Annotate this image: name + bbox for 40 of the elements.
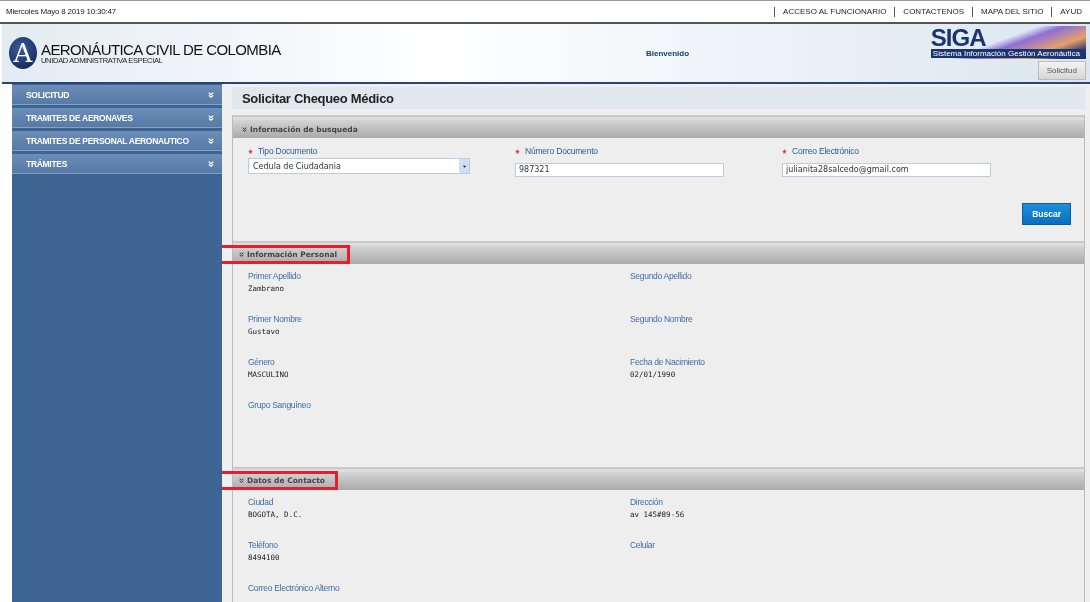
field-label: Grupo Sanguíneo bbox=[248, 399, 312, 410]
chevron-icon bbox=[208, 137, 214, 144]
chevron-icon bbox=[239, 478, 244, 483]
field-label: Primer Apellido bbox=[248, 270, 302, 281]
organization-name: AERONÁUTICA CIVIL DE COLOMBIA bbox=[41, 41, 281, 57]
sidebar-item[interactable]: TRAMITES DE PERSONAL AERONAUTICO bbox=[12, 131, 222, 151]
field-label: Correo Electrónico bbox=[792, 146, 859, 156]
sidebar-item[interactable]: TRAMITES DE AERONAVES bbox=[12, 108, 222, 128]
chevron-icon bbox=[208, 91, 214, 98]
page-title: Solicitar Chequeo Médico bbox=[232, 87, 1085, 109]
search-button[interactable]: Buscar bbox=[1022, 202, 1071, 225]
input-field[interactable]: julianita28salcedo@gmail.com bbox=[782, 162, 991, 177]
field-label: Número Documento bbox=[525, 146, 598, 156]
field-label: Tipo Documento bbox=[258, 146, 318, 156]
document-type-dropdown[interactable]: Cedula de Ciudadania bbox=[248, 158, 470, 174]
field-label: Primer Nombre bbox=[248, 313, 303, 324]
field-label: Segundo Nombre bbox=[630, 313, 694, 324]
chevron-icon bbox=[208, 114, 214, 121]
top-link[interactable]: AYUD bbox=[1051, 6, 1090, 17]
field-label: Teléfono bbox=[248, 539, 279, 550]
field-label: Correo Electrónico Alterno bbox=[248, 582, 341, 593]
top-link[interactable]: ACCESO AL FUNCIONARIO bbox=[774, 6, 895, 17]
sidebar-item[interactable]: SOLICITUD bbox=[12, 85, 222, 105]
input-field[interactable]: 987321 bbox=[515, 162, 724, 177]
field-label: Celular bbox=[630, 539, 656, 550]
field-label: Ciudad bbox=[248, 496, 275, 507]
field-label: Fecha de Nacimiento bbox=[630, 356, 706, 367]
field-label: Género bbox=[248, 356, 276, 367]
sidebar-item[interactable]: TRÁMITES bbox=[12, 154, 222, 174]
field-label: Segundo Apellido bbox=[630, 270, 693, 281]
date-time: Miercoles Mayo 8 2019 10:30:47 bbox=[6, 7, 117, 16]
top-link[interactable]: MAPA DEL SITIO bbox=[972, 6, 1052, 17]
solicitud-tab[interactable]: Solicitud bbox=[1037, 61, 1086, 80]
chevron-icon bbox=[242, 126, 247, 132]
logo-icon: A bbox=[9, 37, 37, 69]
top-link[interactable]: CONTACTENOS bbox=[894, 6, 973, 17]
field-label: Dirección bbox=[630, 496, 664, 507]
chevron-icon bbox=[239, 252, 244, 257]
welcome-text: Bienvenido bbox=[645, 48, 690, 58]
chevron-icon bbox=[208, 160, 214, 167]
